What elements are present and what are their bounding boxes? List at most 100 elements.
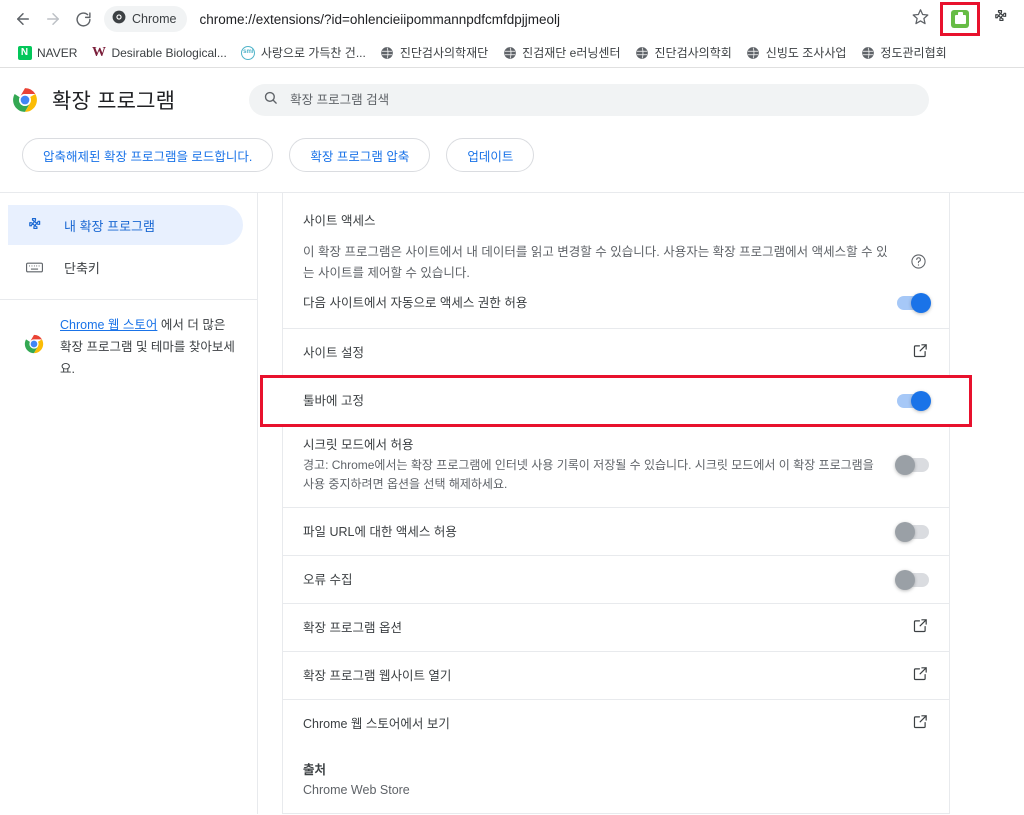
w-letter-icon: W — [91, 44, 106, 60]
keyboard-icon — [24, 257, 44, 277]
extensions-header: 확장 프로그램 압축해제된 확장 프로그램을 로드합니다. 확장 프로그램 압축 업… — [0, 68, 1024, 192]
origin-chip-label: Chrome — [132, 12, 177, 26]
site-access-heading: 사이트 액세스 — [303, 214, 376, 228]
detail-row[interactable]: 오류 수집 — [283, 556, 949, 604]
bookmark-item[interactable]: 신빙도 조사사업 — [739, 41, 854, 64]
bookmark-item[interactable]: 진단검사의학회 — [628, 41, 739, 64]
forward-button[interactable] — [38, 4, 68, 34]
bookmark-label: 진단검사의학회 — [654, 46, 732, 60]
origin-chip[interactable]: Chrome — [104, 6, 188, 32]
row-text: 파일 URL에 대한 액세스 허용 — [303, 523, 883, 541]
row-label: 확장 프로그램 웹사이트 열기 — [303, 668, 452, 683]
detail-row[interactable]: 사이트 설정 — [283, 329, 949, 377]
action-button-0[interactable]: 압축해제된 확장 프로그램을 로드합니다. — [22, 138, 274, 172]
sidebar: 내 확장 프로그램 단축키 Chrome 웹 스토어 에서 더 많은 확장 프로… — [0, 193, 258, 814]
webstore-link[interactable]: Chrome 웹 스토어 — [60, 318, 157, 332]
bookmark-label: 사랑으로 가득찬 건... — [260, 46, 366, 60]
bookmark-label: 진검재단 e러닝센터 — [522, 46, 621, 60]
source-section: 출처 Chrome Web Store — [283, 747, 949, 813]
bookmark-item[interactable]: W Desirable Biological... — [84, 42, 233, 63]
bookmark-item[interactable]: 진검재단 e러닝센터 — [495, 41, 627, 64]
row-toggle[interactable] — [895, 521, 929, 542]
extensions-puzzle-button[interactable] — [986, 5, 1014, 33]
help-circle-icon[interactable] — [910, 253, 927, 275]
row-sub-label: 경고: Chrome에서는 확장 프로그램에 인터넷 사용 기록이 저장될 수 … — [303, 458, 874, 491]
row-text: 툴바에 고정 — [303, 392, 883, 410]
highlighted-extension-button[interactable] — [940, 2, 980, 36]
chrome-logo-icon — [112, 10, 126, 29]
detail-row[interactable]: Chrome 웹 스토어에서 보기 — [283, 700, 949, 747]
sml-icon: sml — [241, 45, 256, 60]
extensions-action-buttons: 압축해제된 확장 프로그램을 로드합니다. 확장 프로그램 압축 업데이트 — [0, 132, 1024, 192]
row-toggle[interactable] — [895, 455, 929, 475]
detail-row[interactable]: 시크릿 모드에서 허용경고: Chrome에서는 확장 프로그램에 인터넷 사용… — [283, 425, 949, 508]
sidebar-item-my-extensions[interactable]: 내 확장 프로그램 — [8, 205, 243, 245]
detail-row[interactable]: 확장 프로그램 웹사이트 열기 — [283, 652, 949, 700]
action-button-1[interactable]: 확장 프로그램 압축 — [289, 138, 431, 172]
external-link-icon[interactable] — [912, 713, 929, 735]
source-value: Chrome Web Store — [303, 783, 410, 797]
auto-access-toggle[interactable] — [897, 293, 931, 313]
external-link-icon[interactable] — [912, 342, 929, 364]
star-icon — [912, 8, 929, 30]
extension-detail-card: 사이트 액세스 이 확장 프로그램은 사이트에서 내 데이터를 읽고 변경할 수… — [260, 193, 972, 814]
sidebar-item-shortcuts[interactable]: 단축키 — [8, 247, 243, 287]
external-link-icon[interactable] — [912, 617, 929, 639]
site-access-section: 사이트 액세스 이 확장 프로그램은 사이트에서 내 데이터를 읽고 변경할 수… — [283, 193, 949, 329]
extension-detail-main: 사이트 액세스 이 확장 프로그램은 사이트에서 내 데이터를 읽고 변경할 수… — [258, 193, 1024, 814]
row-label: Chrome 웹 스토어에서 보기 — [303, 716, 450, 731]
detail-row-highlighted[interactable]: 툴바에 고정 — [260, 375, 972, 427]
toolbar-right-actions — [906, 2, 1016, 36]
reload-icon — [75, 11, 92, 28]
bookmark-label: 신빙도 조사사업 — [765, 46, 847, 60]
bookmark-item[interactable]: 진단검사의학재단 — [373, 41, 495, 64]
external-link-icon[interactable] — [912, 665, 929, 687]
bookmark-star-button[interactable] — [906, 5, 934, 33]
row-label: 툴바에 고정 — [303, 393, 364, 408]
row-label: 시크릿 모드에서 허용 — [303, 438, 414, 452]
row-text: 오류 수집 — [303, 571, 883, 589]
extensions-body: 내 확장 프로그램 단축키 Chrome 웹 스토어 에서 더 많은 확장 프로… — [0, 192, 1024, 814]
sidebar-item-label: 단축키 — [64, 260, 100, 276]
reload-button[interactable] — [68, 4, 98, 34]
action-button-2[interactable]: 업데이트 — [446, 138, 535, 172]
address-bar-url[interactable]: chrome://extensions/?id=ohlencieiipomman… — [199, 12, 906, 27]
row-label: 확장 프로그램 옵션 — [303, 620, 402, 635]
bookmarks-bar: N NAVER W Desirable Biological... sml 사랑으로 가득… — [0, 38, 1024, 68]
search-box[interactable] — [249, 84, 930, 116]
row-text: 확장 프로그램 웹사이트 열기 — [303, 667, 898, 685]
extensions-page: 확장 프로그램 압축해제된 확장 프로그램을 로드합니다. 확장 프로그램 압축 업… — [0, 68, 1024, 814]
search-input[interactable] — [288, 92, 916, 108]
row-text: 시크릿 모드에서 허용경고: Chrome에서는 확장 프로그램에 인터넷 사용… — [303, 436, 883, 494]
row-label: 파일 URL에 대한 액세스 허용 — [303, 524, 457, 539]
globe-icon — [380, 45, 395, 60]
detail-row[interactable]: 파일 URL에 대한 액세스 허용 — [283, 508, 949, 556]
bookmark-item[interactable]: N NAVER — [10, 42, 84, 63]
bookmark-item[interactable]: 정도관리협회 — [853, 41, 953, 64]
row-toggle[interactable] — [897, 390, 931, 411]
green-extension-icon — [951, 10, 969, 28]
browser-toolbar: Chrome chrome://extensions/?id=ohlenciei… — [0, 0, 1024, 38]
globe-icon — [746, 45, 761, 60]
bookmark-item[interactable]: sml 사랑으로 가득찬 건... — [234, 41, 373, 64]
webstore-promo: Chrome 웹 스토어 에서 더 많은 확장 프로그램 및 테마를 찾아보세요… — [0, 314, 257, 380]
auto-access-label: 다음 사이트에서 자동으로 액세스 권한 허용 — [303, 296, 528, 310]
row-text: 사이트 설정 — [303, 344, 898, 362]
detail-rows-container: 사이트 설정툴바에 고정시크릿 모드에서 허용경고: Chrome에서는 확장 … — [260, 329, 972, 747]
webstore-promo-text: Chrome 웹 스토어 에서 더 많은 확장 프로그램 및 테마를 찾아보세요… — [60, 314, 239, 380]
chrome-webstore-icon — [24, 334, 44, 354]
sidebar-divider — [0, 299, 257, 300]
bookmark-label: 진단검사의학재단 — [399, 46, 489, 60]
forward-arrow-icon — [44, 10, 62, 28]
globe-icon — [635, 45, 650, 60]
row-toggle[interactable] — [895, 569, 929, 590]
search-icon — [263, 90, 278, 110]
row-label: 오류 수집 — [303, 572, 353, 587]
source-title: 출처 — [303, 763, 327, 777]
row-text: 확장 프로그램 옵션 — [303, 619, 898, 637]
globe-icon — [860, 45, 875, 60]
detail-row[interactable]: 확장 프로그램 옵션 — [283, 604, 949, 652]
site-access-description: 이 확장 프로그램은 사이트에서 내 데이터를 읽고 변경할 수 있습니다. 사… — [303, 245, 888, 280]
back-button[interactable] — [8, 4, 38, 34]
page-title: 확장 프로그램 — [52, 90, 176, 113]
